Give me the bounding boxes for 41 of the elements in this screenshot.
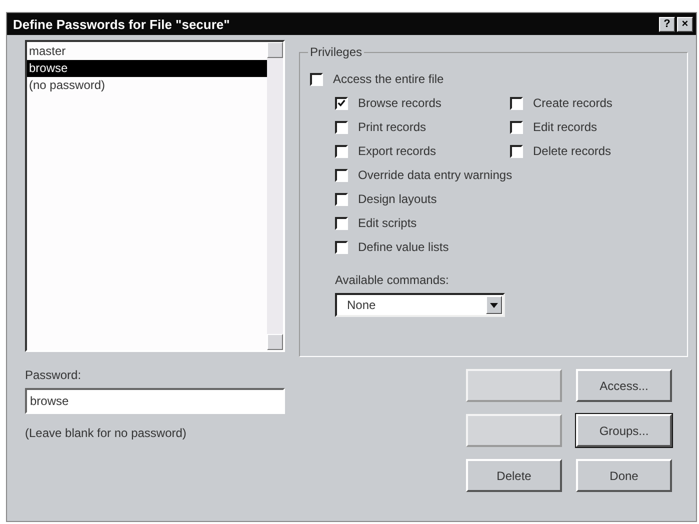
checkbox-label: Define value lists <box>358 240 449 254</box>
list-item[interactable]: (no password) <box>27 77 267 94</box>
password-label: Password: <box>25 368 82 382</box>
checkbox[interactable] <box>335 216 348 230</box>
checkbox-label: Export records <box>358 144 436 158</box>
caret-icon <box>490 302 498 308</box>
checkbox[interactable] <box>510 96 523 110</box>
checkbox-label: Design layouts <box>358 192 437 206</box>
dialog-button[interactable]: Done <box>576 459 672 492</box>
checkbox-label: Edit records <box>533 120 598 134</box>
commands-dropdown[interactable]: None <box>335 293 505 317</box>
checkbox[interactable] <box>335 96 348 110</box>
dialog-button[interactable]: Groups... <box>576 414 672 447</box>
checkbox[interactable] <box>510 144 523 158</box>
checkbox[interactable] <box>335 168 348 182</box>
window-title: Define Passwords for File "secure" <box>13 16 231 32</box>
password-hint: (Leave blank for no password) <box>25 426 188 440</box>
checkbox-label: Access the entire file <box>333 72 444 86</box>
checkbox-label: Create records <box>533 96 612 110</box>
list-item[interactable]: master <box>27 43 267 60</box>
password-field[interactable]: browse <box>25 388 285 414</box>
list-item[interactable]: browse <box>27 60 267 77</box>
checkbox-label: Override data entry warnings <box>358 168 512 182</box>
checkbox[interactable] <box>310 72 323 86</box>
close-button[interactable]: × <box>677 16 693 32</box>
dialog-button[interactable]: Access... <box>576 369 672 402</box>
checkbox-label: Print records <box>358 120 426 134</box>
checkbox-label: Edit scripts <box>358 216 417 230</box>
checkbox[interactable] <box>335 120 348 134</box>
checkbox-label: Delete records <box>533 144 612 158</box>
commands-label: Available commands: <box>335 273 450 287</box>
checkbox-label: Browse records <box>358 96 442 110</box>
checkbox[interactable] <box>335 192 348 206</box>
dialog-button[interactable]: Delete <box>466 459 562 492</box>
password-list[interactable]: master browse (no password) <box>25 40 285 352</box>
checkbox[interactable] <box>335 240 348 254</box>
checkbox[interactable] <box>335 144 348 158</box>
scroll-bar[interactable] <box>267 42 283 350</box>
help-button[interactable]: ? <box>659 16 675 32</box>
group-title: Privileges <box>308 45 364 59</box>
checkbox[interactable] <box>510 120 523 134</box>
